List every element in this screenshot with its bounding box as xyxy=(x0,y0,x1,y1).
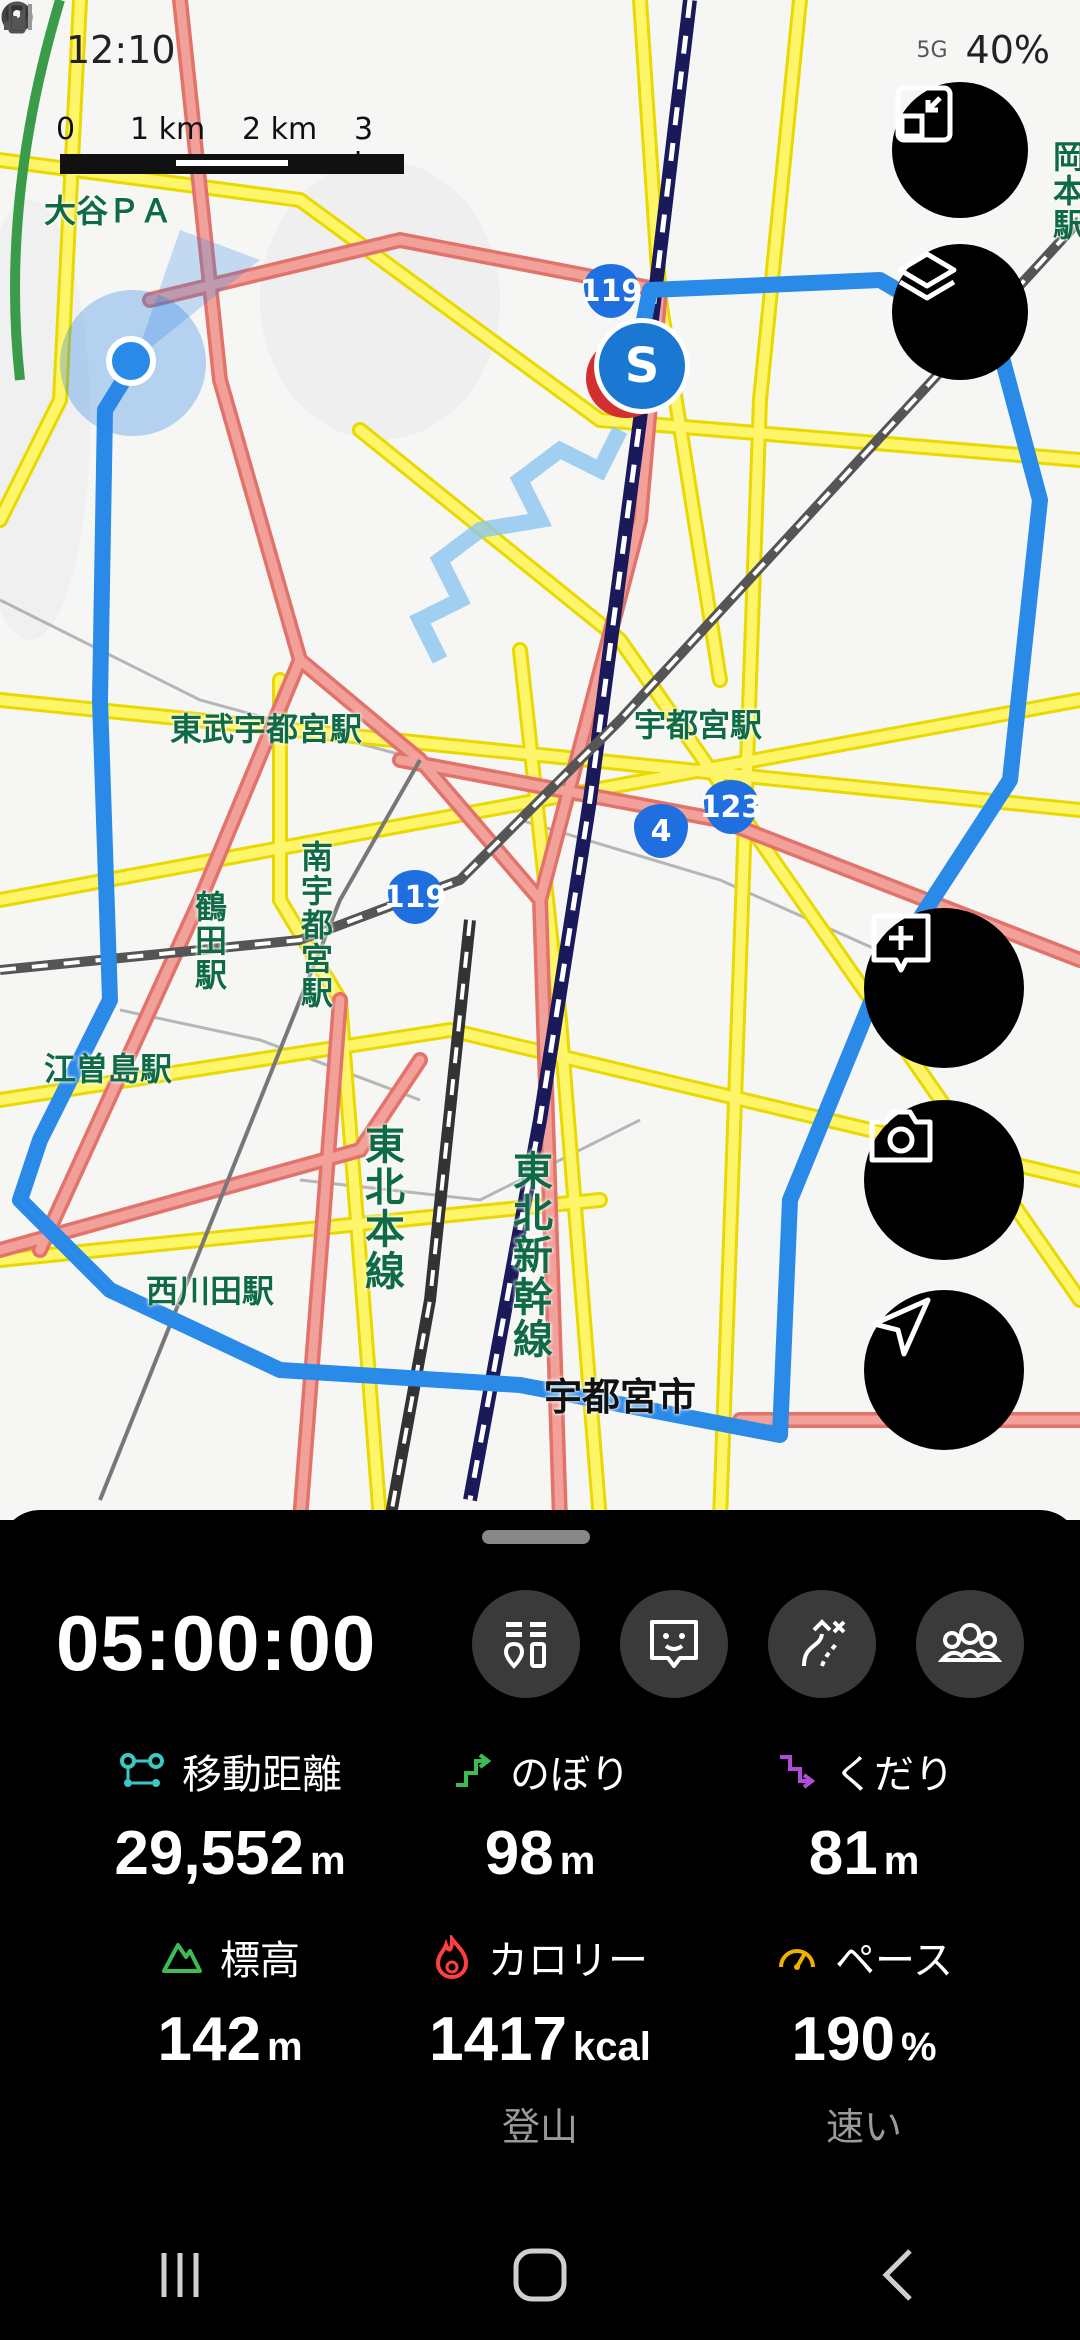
stat-label: 移動距離 xyxy=(182,1752,342,1798)
pace-level: 速い xyxy=(825,2105,902,2149)
stat-unit: kcal xyxy=(573,2025,651,2069)
map-view[interactable]: S 119 119 4 123 大谷ＰＡ 東武宇都宮駅 宇都宮駅 南宇都宮駅 鶴… xyxy=(0,0,1080,1520)
stat-value: 142 xyxy=(157,2005,261,2074)
layers-icon xyxy=(897,251,957,301)
fullscreen-toggle-button[interactable] xyxy=(892,82,1028,218)
network-type: 5G xyxy=(916,37,948,63)
stat-label: くだり xyxy=(834,1752,954,1798)
current-location-dot xyxy=(106,336,156,386)
label-city: 宇都宮市 xyxy=(544,1375,697,1419)
sheet-drag-handle[interactable] xyxy=(482,1530,590,1544)
fullscreen-toggle-icon xyxy=(895,85,953,143)
group-button[interactable] xyxy=(916,1590,1024,1698)
stat-unit: m xyxy=(266,2025,303,2069)
route-edit-button[interactable] xyxy=(768,1590,876,1698)
label-tohoku-shinkansen: 東北新幹線 xyxy=(506,1150,552,1360)
stat-pace: ペース 190% xyxy=(704,1928,1024,2075)
group-icon xyxy=(938,1623,1002,1662)
stat-value: 190 xyxy=(791,2005,895,2074)
point-list-button[interactable] xyxy=(472,1590,580,1698)
label-tsuruta-station: 鶴田駅 xyxy=(190,890,228,992)
descent-icon xyxy=(780,1755,816,1789)
add-memo-icon xyxy=(871,913,931,973)
route-edit-icon xyxy=(802,1619,846,1667)
camera-button[interactable] xyxy=(864,1100,1024,1260)
scale-bar xyxy=(60,154,404,174)
point-list-icon xyxy=(503,1622,546,1669)
navigation-button[interactable] xyxy=(864,1290,1024,1450)
stat-value: 1417 xyxy=(429,2005,568,2074)
add-memo-button[interactable] xyxy=(864,908,1024,1068)
scale-label: 0 xyxy=(56,112,76,147)
stat-value: 81 xyxy=(808,1819,878,1888)
chat-face-icon xyxy=(650,1620,698,1668)
navigation-arrow-icon xyxy=(871,1297,931,1357)
back-icon xyxy=(882,2249,912,2301)
label-esojima-station: 江曽島駅 xyxy=(44,1050,173,1088)
elapsed-timer: 05:00:00 xyxy=(56,1599,377,1687)
stat-ascent: のぼり 98 m xyxy=(380,1742,700,1889)
stat-unit: % xyxy=(900,2025,937,2069)
battery-percent: 40% xyxy=(965,28,1050,72)
stat-unit: m xyxy=(883,1839,920,1883)
back-button[interactable] xyxy=(820,2225,980,2325)
recent-apps-button[interactable] xyxy=(100,2225,260,2325)
stat-altitude: 標高 142 m xyxy=(70,1928,390,2075)
stat-descent: くだり 81 m xyxy=(704,1742,1024,1889)
system-nav-bar xyxy=(0,2210,1080,2340)
start-marker[interactable]: S xyxy=(594,318,690,414)
stat-value: 29,552 xyxy=(114,1819,305,1888)
stat-label: 標高 xyxy=(220,1938,300,1984)
label-tohoku-honsen: 東北本線 xyxy=(358,1124,404,1292)
label-okamoto-station: 岡本駅 xyxy=(1048,140,1080,242)
home-icon xyxy=(513,2248,567,2302)
speedometer-icon xyxy=(779,1949,815,1970)
camera-icon xyxy=(869,1109,933,1163)
label-minami-station: 南宇都宮駅 xyxy=(296,840,334,1010)
battery-icon xyxy=(8,2,26,34)
stat-unit: m xyxy=(310,1839,346,1883)
label-utsunomiya-station: 宇都宮駅 xyxy=(634,706,763,744)
label-pa: 大谷ＰＡ xyxy=(44,192,173,230)
map-scale: 0 1 km 2 km 3 km xyxy=(56,112,404,182)
stat-label: カロリー xyxy=(488,1938,648,1984)
ascent-icon xyxy=(456,1753,492,1787)
label-nishikawada-station: 西川田駅 xyxy=(146,1272,275,1310)
scale-label: 1 km xyxy=(130,112,206,147)
stat-label: ペース xyxy=(835,1938,953,1984)
layers-button[interactable] xyxy=(892,244,1028,380)
mountain-icon xyxy=(162,1943,202,1973)
stat-calories: カロリー 1417 kcal xyxy=(380,1928,700,2075)
label-tobu-station: 東武宇都宮駅 xyxy=(170,710,363,748)
flame-icon xyxy=(435,1935,469,1979)
stat-distance: 移動距離 29,552 m xyxy=(70,1742,390,1889)
stat-label: のぼり xyxy=(510,1752,630,1798)
activity-type: 登山 xyxy=(501,2105,578,2149)
stat-unit: m xyxy=(559,1839,596,1883)
distance-icon xyxy=(120,1753,164,1787)
clock: 12:10 xyxy=(66,28,176,72)
stat-value: 98 xyxy=(484,1819,554,1888)
home-button[interactable] xyxy=(460,2225,620,2325)
chat-face-button[interactable] xyxy=(620,1590,728,1698)
scale-label: 2 km xyxy=(242,112,318,147)
recent-apps-icon xyxy=(161,2253,199,2297)
